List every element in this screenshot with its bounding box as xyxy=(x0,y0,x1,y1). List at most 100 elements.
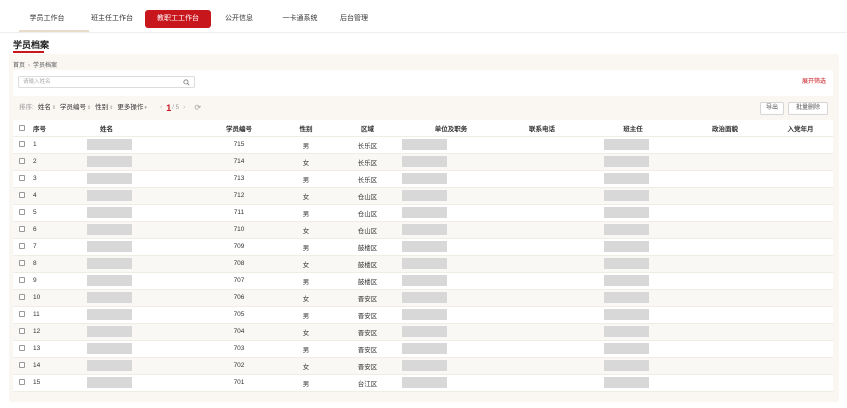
table-row[interactable]: 14 702 女晋安区 xyxy=(13,357,833,374)
cell-gender: 女 xyxy=(279,221,333,238)
current-page: 1 xyxy=(166,103,172,113)
search-input[interactable] xyxy=(23,77,173,87)
row-checkbox[interactable] xyxy=(19,260,25,267)
cell-area: 仓山区 xyxy=(333,187,402,204)
breadcrumb-home[interactable]: 首页 xyxy=(13,63,25,69)
batch-delete-button[interactable]: 批量删除 xyxy=(788,102,828,115)
sort-by-id[interactable]: 学员编号⇕ xyxy=(60,101,91,115)
cell-area: 晋安区 xyxy=(333,306,402,323)
table-row[interactable]: 6 710 女仓山区 xyxy=(13,221,833,238)
tab-headteacher-workbench[interactable]: 班主任工作台 xyxy=(86,10,138,28)
tab-admin[interactable]: 后台管理 xyxy=(334,10,374,28)
cell-teacher xyxy=(584,136,682,153)
table-row[interactable]: 2 714 女长乐区 xyxy=(13,153,833,170)
cell-id: 706 xyxy=(199,289,279,306)
row-checkbox[interactable] xyxy=(19,311,25,318)
page-title: 学员档案 xyxy=(13,40,50,50)
table-row[interactable]: 11 705 男晋安区 xyxy=(13,306,833,323)
row-checkbox[interactable] xyxy=(19,379,25,386)
redacted-teacher xyxy=(604,139,649,150)
cell-teacher xyxy=(584,238,682,255)
table-row[interactable]: 7 709 男鼓楼区 xyxy=(13,238,833,255)
table-row[interactable]: 12 704 女晋安区 xyxy=(13,323,833,340)
sort-arrows-icon: ⇕ xyxy=(109,105,114,111)
header-gender: 性别 xyxy=(279,120,333,136)
sort-by-name[interactable]: 姓名⇕ xyxy=(38,101,56,115)
redacted-name xyxy=(87,207,132,218)
tab-card-system[interactable]: 一卡通系统 xyxy=(277,10,323,28)
table-row[interactable]: 13 703 男晋安区 xyxy=(13,340,833,357)
cell-id: 704 xyxy=(199,323,279,340)
table-row[interactable]: 10 706 女晋安区 xyxy=(13,289,833,306)
select-all-checkbox[interactable] xyxy=(19,124,25,131)
tab-public-info[interactable]: 公开信息 xyxy=(219,10,259,28)
cell-gender: 男 xyxy=(279,170,333,187)
cell-teacher xyxy=(584,357,682,374)
table-row[interactable]: 3 713 男长乐区 xyxy=(13,170,833,187)
cell-join-date xyxy=(768,255,833,272)
cell-political xyxy=(682,357,768,374)
table-row[interactable]: 5 711 男仓山区 xyxy=(13,204,833,221)
cell-political xyxy=(682,153,768,170)
more-actions-dropdown[interactable]: 更多操作▾ xyxy=(117,101,147,115)
row-checkbox[interactable] xyxy=(19,192,25,199)
table-row[interactable]: 9 707 男鼓楼区 xyxy=(13,272,833,289)
row-checkbox[interactable] xyxy=(19,209,25,216)
cell-phone xyxy=(500,340,584,357)
cell-teacher xyxy=(584,170,682,187)
table-row[interactable]: 4 712 女仓山区 xyxy=(13,187,833,204)
next-page-icon[interactable]: › xyxy=(183,101,185,115)
cell-phone xyxy=(500,255,584,272)
redacted-unit xyxy=(402,377,447,388)
redacted-name xyxy=(87,275,132,286)
redacted-teacher xyxy=(604,241,649,252)
sort-by-gender[interactable]: 性别⇕ xyxy=(95,101,113,115)
redacted-teacher xyxy=(604,207,649,218)
chevron-down-icon: ▾ xyxy=(144,105,147,111)
header-name: 姓名 xyxy=(100,120,199,136)
cell-id: 710 xyxy=(199,221,279,238)
row-checkbox[interactable] xyxy=(19,158,25,165)
row-checkbox[interactable] xyxy=(19,277,25,284)
cell-gender: 男 xyxy=(279,306,333,323)
redacted-teacher xyxy=(604,360,649,371)
sort-label: 排序: xyxy=(19,104,34,111)
top-nav: 学员工作台 班主任工作台 教职工工作台 公开信息 一卡通系统 后台管理 xyxy=(0,0,847,33)
redacted-teacher xyxy=(604,224,649,235)
header-area: 区域 xyxy=(333,120,402,136)
cell-name xyxy=(87,323,199,340)
row-checkbox[interactable] xyxy=(19,362,25,369)
tab-staff-workbench[interactable]: 教职工工作台 xyxy=(145,10,211,28)
tab-student-workbench[interactable]: 学员工作台 xyxy=(22,10,72,28)
redacted-name xyxy=(87,190,132,201)
cell-phone xyxy=(500,289,584,306)
cell-area: 晋安区 xyxy=(333,289,402,306)
total-pages: / 5 xyxy=(172,105,179,111)
cell-teacher xyxy=(584,153,682,170)
cell-area: 鼓楼区 xyxy=(333,272,402,289)
row-checkbox[interactable] xyxy=(19,328,25,335)
table-row[interactable]: 8 708 女鼓楼区 xyxy=(13,255,833,272)
export-button[interactable]: 导出 xyxy=(760,102,784,115)
row-checkbox[interactable] xyxy=(19,243,25,250)
table-row[interactable]: 1 715 男长乐区 xyxy=(13,136,833,153)
row-checkbox[interactable] xyxy=(19,226,25,233)
cell-unit xyxy=(402,357,500,374)
search-icon[interactable] xyxy=(183,79,190,86)
cell-name xyxy=(87,340,199,357)
table-row[interactable]: 15 701 男台江区 xyxy=(13,374,833,391)
cell-area: 仓山区 xyxy=(333,221,402,238)
prev-page-icon[interactable]: ‹ xyxy=(160,101,162,115)
row-checkbox[interactable] xyxy=(19,345,25,352)
row-checkbox[interactable] xyxy=(19,141,25,148)
sort-gender-label: 性别 xyxy=(95,104,109,111)
cell-name xyxy=(87,204,199,221)
cell-area: 鼓楼区 xyxy=(333,238,402,255)
cell-unit xyxy=(402,153,500,170)
expand-filter-link[interactable]: 展开筛选 xyxy=(802,76,826,85)
row-checkbox-cell xyxy=(13,340,33,357)
row-checkbox[interactable] xyxy=(19,175,25,182)
cell-phone xyxy=(500,306,584,323)
row-checkbox[interactable] xyxy=(19,294,25,301)
refresh-icon[interactable]: ⟳ xyxy=(194,101,201,115)
